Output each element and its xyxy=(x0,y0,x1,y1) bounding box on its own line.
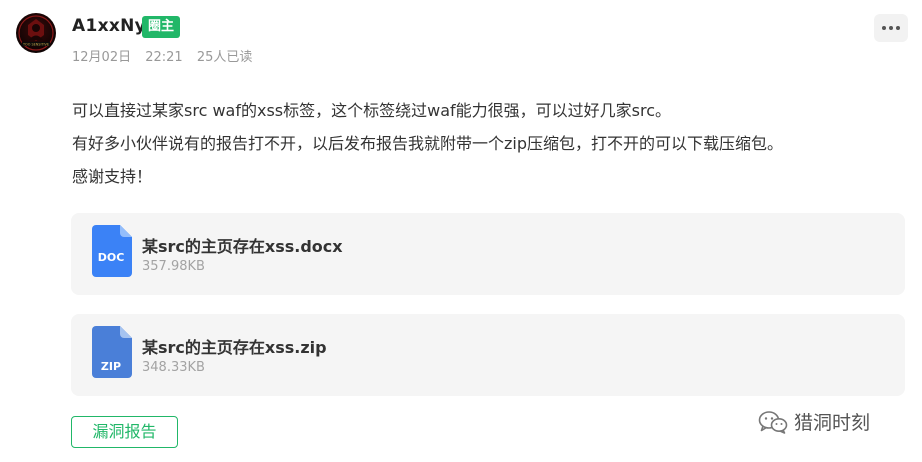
author-avatar[interactable]: TOO SENSITIVE xyxy=(16,13,56,53)
topic-tag[interactable]: 漏洞报告 xyxy=(71,416,178,448)
read-count: 25人已读 xyxy=(196,50,253,65)
attachment-name[interactable]: 某src的主页存在xss.docx xyxy=(142,233,343,257)
content-line: 可以直接过某家src waf的xss标签，这个标签绕过waf能力很强，可以过好几… xyxy=(72,101,671,120)
content-line: 感谢支持！ xyxy=(72,167,153,186)
watermark: 猎洞时刻 xyxy=(758,408,870,435)
post-date: 12月02日 xyxy=(72,50,132,65)
watermark-text: 猎洞时刻 xyxy=(794,412,871,434)
content-line: 有好多小伙伴说有的报告打不开，以后发布报告我就附带一个zip压缩包，打不开的可以… xyxy=(72,134,784,153)
more-dots-icon xyxy=(882,26,886,30)
more-dots-icon xyxy=(889,26,893,30)
post-card: TOO SENSITIVE A1xxNy 圈主 12月02日 22:21 25人… xyxy=(0,0,922,462)
zip-icon-label: ZIP xyxy=(101,360,121,373)
more-menu-button[interactable] xyxy=(874,14,908,42)
attachment-name[interactable]: 某src的主页存在xss.zip xyxy=(142,334,327,358)
post-content: 可以直接过某家src waf的xss标签，这个标签绕过waf能力很强，可以过好几… xyxy=(72,94,912,193)
doc-icon-label: DOC xyxy=(98,251,125,264)
wechat-icon xyxy=(758,410,788,434)
attachment-card-docx[interactable]: DOC 某src的主页存在xss.docx 357.98KB xyxy=(71,213,905,295)
doc-file-icon: DOC xyxy=(92,225,132,277)
hacker-silhouette-avatar-icon: TOO SENSITIVE xyxy=(18,15,54,51)
author-name[interactable]: A1xxNy xyxy=(72,16,146,36)
avatar-caption: TOO SENSITIVE xyxy=(22,42,49,46)
post-time: 22:21 xyxy=(145,50,183,65)
attachment-size: 348.33KB xyxy=(142,360,205,375)
post-meta: 12月02日 22:21 25人已读 xyxy=(72,46,262,65)
zip-file-icon: ZIP xyxy=(92,326,132,378)
attachment-size: 357.98KB xyxy=(142,259,205,274)
attachment-card-zip[interactable]: ZIP 某src的主页存在xss.zip 348.33KB xyxy=(71,314,905,396)
more-dots-icon xyxy=(896,26,900,30)
owner-badge: 圈主 xyxy=(142,16,181,38)
